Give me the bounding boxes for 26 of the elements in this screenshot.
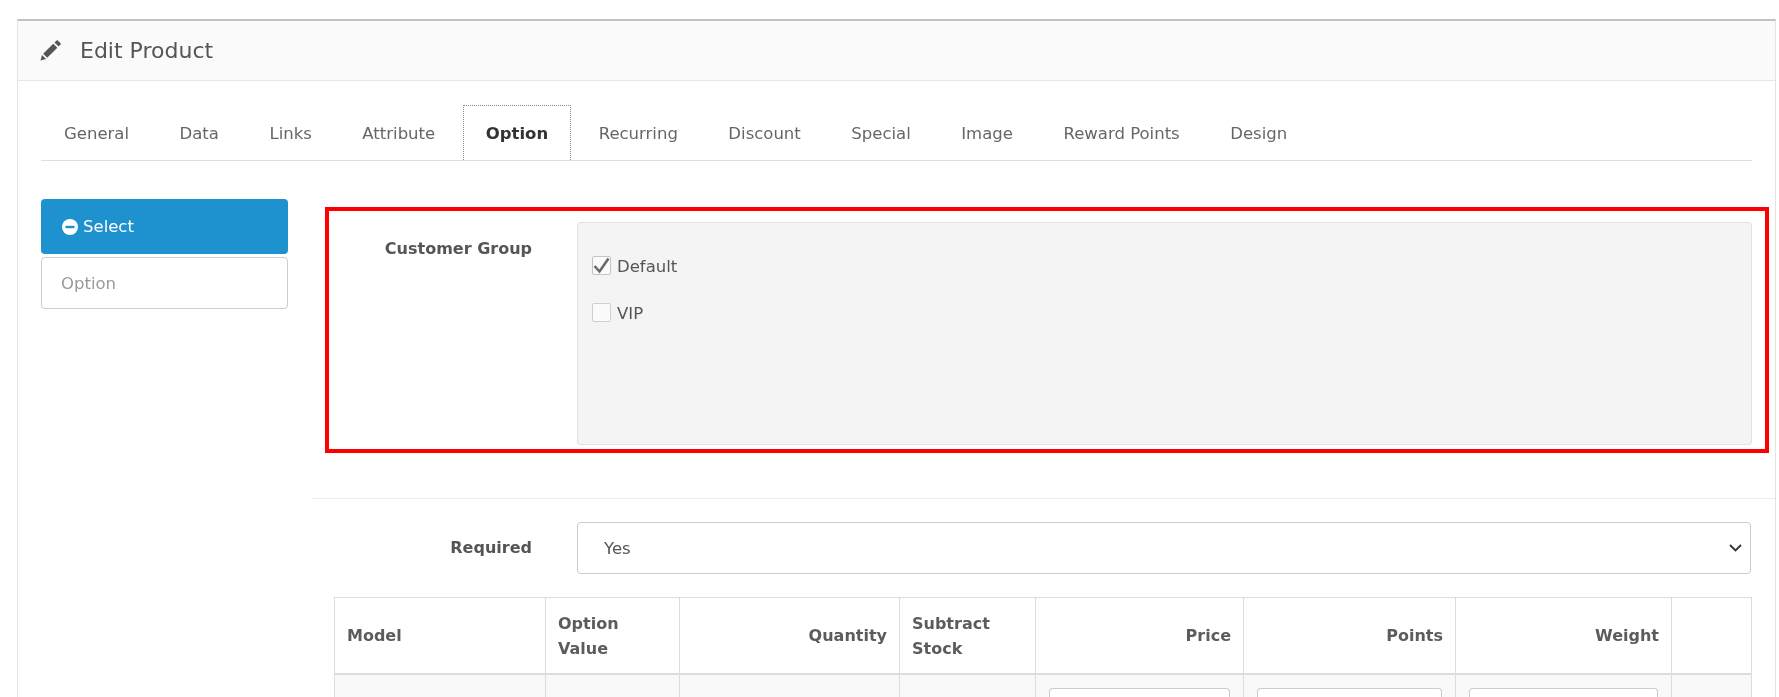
panel-title: Edit Product (80, 37, 214, 64)
tab[interactable]: Links (246, 105, 335, 160)
checkbox-label: VIP (617, 303, 644, 325)
form-label: Customer Group (383, 238, 533, 260)
tab[interactable]: Discount (705, 105, 824, 160)
table-input-field[interactable] (1257, 688, 1442, 697)
required-select[interactable]: Yes (577, 522, 1751, 574)
option-input[interactable]: Option (41, 257, 288, 309)
chevron-down-icon[interactable] (1729, 544, 1742, 552)
checkbox[interactable] (592, 256, 611, 275)
tab[interactable]: Data (156, 105, 242, 160)
form-label: Required (449, 537, 533, 559)
pencil-icon (40, 40, 61, 61)
tab[interactable]: Option (462, 105, 572, 160)
tab[interactable]: Image (938, 105, 1036, 160)
option-pill[interactable]: Select (41, 199, 288, 254)
minus-circle-icon[interactable] (62, 218, 78, 235)
tab[interactable]: Special (828, 105, 934, 160)
tab[interactable]: Attribute (339, 105, 459, 160)
tab[interactable]: Reward Points (1040, 105, 1203, 160)
table-input-field[interactable] (1469, 688, 1658, 697)
table-input-field[interactable] (1049, 688, 1230, 697)
checkbox-label: Default (617, 256, 678, 278)
tab[interactable]: Design (1207, 105, 1311, 160)
tab[interactable]: Recurring (575, 105, 701, 160)
tab[interactable]: General (41, 105, 153, 160)
